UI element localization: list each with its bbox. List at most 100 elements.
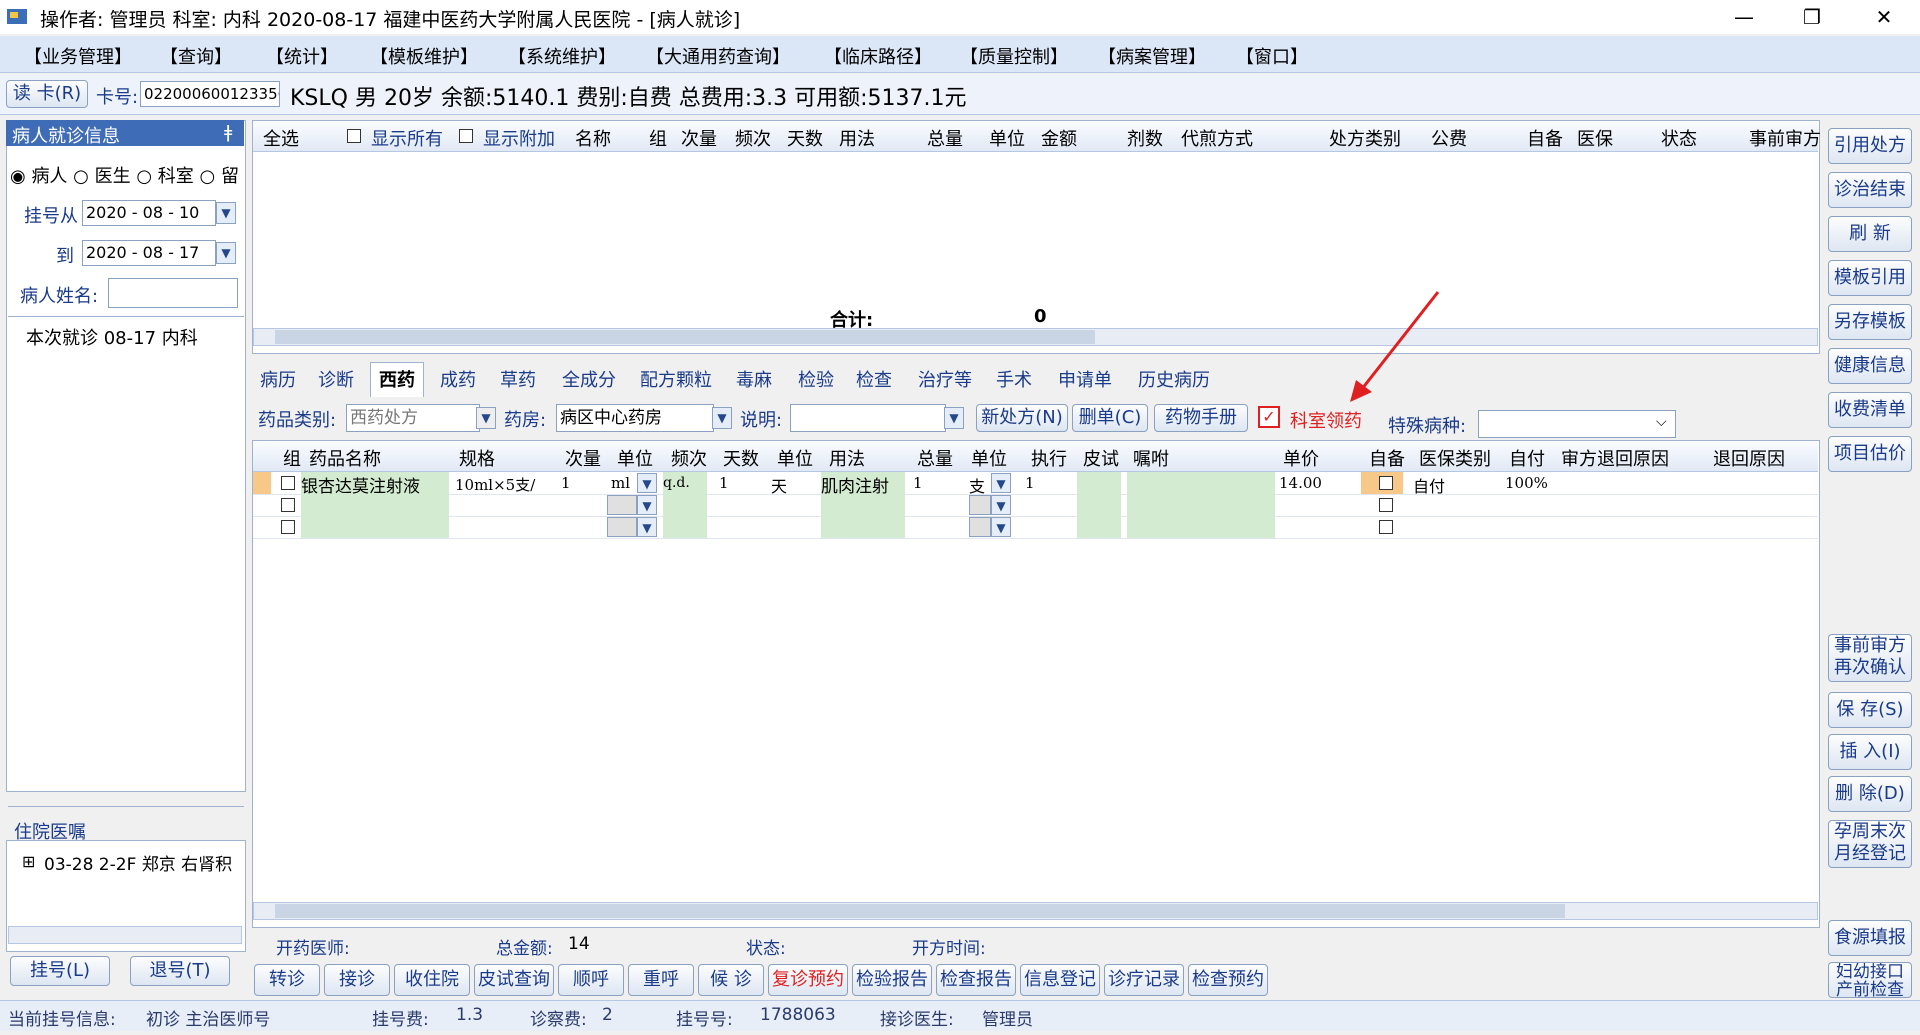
- chevron-down-icon[interactable]: ▼: [991, 473, 1011, 493]
- tab-patent-medicine[interactable]: 成药: [440, 366, 476, 394]
- menu-quality[interactable]: 【质量控制】: [960, 43, 1068, 69]
- freq-cell[interactable]: q.d.: [663, 472, 707, 494]
- tab-request[interactable]: 申请单: [1058, 366, 1112, 394]
- drug-name-cell[interactable]: [301, 494, 449, 516]
- tab-history[interactable]: 历史病历: [1138, 366, 1210, 394]
- refresh-button[interactable]: 刷 新: [1828, 216, 1912, 252]
- chevron-down-icon[interactable]: ▼: [991, 495, 1011, 515]
- reg-to-date[interactable]: 2020 - 08 - 17: [82, 240, 216, 266]
- freq-cell[interactable]: [663, 494, 707, 516]
- chevron-down-icon[interactable]: ▼: [637, 517, 657, 537]
- instructions-cell[interactable]: [1127, 472, 1275, 494]
- chevron-down-icon[interactable]: ▼: [216, 202, 236, 224]
- reg-from-date[interactable]: 2020 - 08 - 10: [82, 200, 216, 226]
- dept-dispense-checkbox[interactable]: ✓: [1258, 406, 1280, 428]
- receive-button[interactable]: 接诊: [324, 964, 390, 996]
- new-rx-button[interactable]: 新处方(N): [976, 404, 1068, 432]
- menu-templates[interactable]: 【模板维护】: [370, 43, 478, 69]
- tab-treatment[interactable]: 治疗等: [918, 366, 972, 394]
- total-unit-select[interactable]: [969, 495, 991, 515]
- item-estimate-button[interactable]: 项目估价: [1828, 436, 1912, 472]
- exam-appointment-button[interactable]: 检查预约: [1188, 964, 1268, 996]
- radio-stay[interactable]: ○ 留: [200, 166, 239, 187]
- save-template-button[interactable]: 另存模板: [1828, 304, 1912, 340]
- exam-report-button[interactable]: 检查报告: [936, 964, 1016, 996]
- total-cell[interactable]: 1: [913, 474, 953, 492]
- days-cell[interactable]: 1: [719, 474, 759, 492]
- chevron-down-icon[interactable]: ▼: [991, 517, 1011, 537]
- table-row[interactable]: 银杏达莫注射液 10ml×5支/ 1 ml ▼ q.d. 1 天 肌肉注射 1 …: [253, 472, 1818, 496]
- skin-test-cell[interactable]: [1077, 516, 1121, 538]
- table-row[interactable]: ▼ ▼: [253, 516, 1818, 539]
- instructions-cell[interactable]: [1127, 516, 1275, 538]
- left-scrollbar[interactable]: [8, 926, 242, 944]
- table-row[interactable]: ▼ ▼: [253, 494, 1818, 517]
- skin-test-cell[interactable]: [1077, 494, 1121, 516]
- skin-test-cell[interactable]: [1077, 472, 1121, 494]
- category-select[interactable]: 西药处方: [346, 404, 480, 432]
- template-quote-button[interactable]: 模板引用: [1828, 260, 1912, 296]
- select-all[interactable]: 全选: [263, 125, 299, 151]
- menu-clinical-path[interactable]: 【临床路径】: [824, 43, 932, 69]
- chevron-down-icon[interactable]: ▼: [216, 242, 236, 264]
- chevron-down-icon[interactable]: ▼: [712, 407, 732, 429]
- maximize-button[interactable]: ❐: [1790, 2, 1834, 32]
- info-register-button[interactable]: 信息登记: [1020, 964, 1100, 996]
- pin-icon[interactable]: ǂ: [224, 122, 232, 143]
- menu-records[interactable]: 【病案管理】: [1098, 43, 1206, 69]
- maternal-interface-button[interactable]: 妇幼接口 产前检查: [1828, 962, 1912, 998]
- radio-doctor[interactable]: ○ 医生: [73, 166, 130, 187]
- scrollbar-thumb[interactable]: [275, 904, 1565, 918]
- menu-drug-query[interactable]: 【大通用药查询】: [646, 43, 790, 69]
- exec-cell[interactable]: 1: [1025, 474, 1065, 492]
- prereview-confirm-button[interactable]: 事前审方 再次确认: [1828, 634, 1912, 682]
- dose-unit-select[interactable]: [607, 495, 637, 515]
- insert-button[interactable]: 插 入(I): [1828, 734, 1912, 770]
- tab-full-ingredients[interactable]: 全成分: [562, 366, 616, 394]
- fee-list-button[interactable]: 收费清单: [1828, 392, 1912, 428]
- show-all-checkbox[interactable]: [347, 129, 361, 143]
- save-button[interactable]: 保 存(S): [1828, 692, 1912, 728]
- drug-manual-button[interactable]: 药物手册: [1154, 404, 1248, 432]
- route-cell[interactable]: [821, 494, 905, 516]
- visit-tree-item[interactable]: 本次就诊 08-17 内科: [26, 324, 198, 350]
- tab-narcotics[interactable]: 毒麻: [736, 366, 772, 394]
- instructions-cell[interactable]: [1127, 494, 1275, 516]
- tab-medical-record[interactable]: 病历: [260, 366, 296, 394]
- delete-rx-button[interactable]: 删单(C): [1072, 404, 1148, 432]
- self-supply-checkbox[interactable]: [1379, 520, 1393, 534]
- revisit-appointment-button[interactable]: 复诊预约: [768, 964, 848, 996]
- tab-surgery[interactable]: 手术: [996, 366, 1032, 394]
- tab-diagnosis[interactable]: 诊断: [318, 366, 354, 394]
- skin-test-query-button[interactable]: 皮试查询: [474, 964, 554, 996]
- menu-window[interactable]: 【窗口】: [1236, 43, 1308, 69]
- chevron-down-icon[interactable]: ▼: [637, 495, 657, 515]
- row-checkbox[interactable]: [281, 476, 295, 490]
- treatment-record-button[interactable]: 诊疗记录: [1104, 964, 1184, 996]
- read-card-button[interactable]: 读 卡(R): [6, 80, 88, 108]
- menu-system[interactable]: 【系统维护】: [508, 43, 616, 69]
- inpatient-item[interactable]: 03-28 2-2F 郑京 右肾积: [44, 850, 240, 875]
- self-supply-checkbox[interactable]: [1379, 476, 1393, 490]
- unregister-button[interactable]: 退号(T): [130, 956, 230, 986]
- chevron-down-icon[interactable]: ▼: [637, 473, 657, 493]
- menu-business[interactable]: 【业务管理】: [24, 43, 132, 69]
- dose-unit-cell[interactable]: ml: [611, 474, 637, 492]
- dose-cell[interactable]: 1: [561, 474, 601, 492]
- card-number-field[interactable]: 022000600123356: [140, 81, 280, 107]
- total-unit-select[interactable]: [969, 517, 991, 537]
- route-cell[interactable]: [821, 516, 905, 538]
- freq-cell[interactable]: [663, 516, 707, 538]
- drug-name-cell[interactable]: [301, 516, 449, 538]
- transfer-button[interactable]: 转诊: [254, 964, 320, 996]
- delete-button[interactable]: 删 除(D): [1828, 776, 1912, 812]
- radio-patient[interactable]: ◉ 病人: [10, 166, 67, 187]
- patient-name-input[interactable]: [108, 278, 238, 308]
- chevron-down-icon[interactable]: ▼: [944, 407, 964, 429]
- self-supply-checkbox[interactable]: [1379, 498, 1393, 512]
- scrollbar-thumb[interactable]: [275, 330, 1095, 344]
- tab-western-medicine[interactable]: 西药: [370, 362, 424, 397]
- admit-button[interactable]: 收住院: [394, 964, 470, 996]
- drug-name-cell[interactable]: 银杏达莫注射液: [301, 472, 449, 494]
- minimize-button[interactable]: —: [1722, 2, 1766, 32]
